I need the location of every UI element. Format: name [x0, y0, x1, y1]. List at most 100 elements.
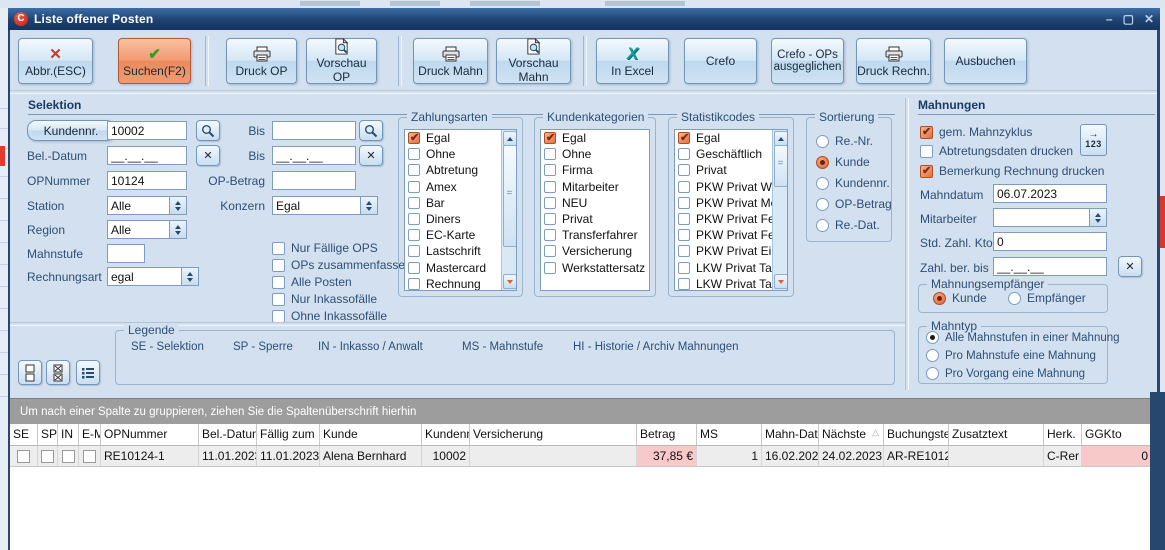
col-header-se[interactable]: SE	[10, 424, 38, 445]
list-item[interactable]: Transferfahrer	[541, 227, 649, 243]
option-nur-inkassofaelle[interactable]: Nur Inkassofälle	[272, 292, 377, 306]
scrollbar[interactable]	[501, 130, 516, 290]
scroll-thumb[interactable]	[503, 145, 517, 247]
spinner-icon[interactable]	[181, 268, 198, 285]
konzern-select[interactable]: Egal	[272, 196, 378, 215]
list-item[interactable]: Firma	[541, 162, 649, 178]
checkbox[interactable]	[17, 450, 30, 463]
print-op-button[interactable]: Druck OP	[226, 38, 297, 84]
checkbox[interactable]	[544, 181, 556, 193]
list-item[interactable]: EC-Karte	[405, 227, 516, 243]
list-item[interactable]: Amex	[405, 179, 516, 195]
cell-bel-datum[interactable]: 11.01.2023	[199, 446, 257, 466]
close-icon[interactable]: ✕	[1144, 12, 1154, 26]
col-header-herk[interactable]: Herk.	[1044, 424, 1082, 445]
checkbox[interactable]	[408, 262, 420, 274]
list-item[interactable]: PKW Privat Woche	[675, 179, 777, 195]
cell-naechste[interactable]: 24.02.2023	[819, 446, 884, 466]
sort-re-nr[interactable]: Re.-Nr.	[816, 134, 873, 148]
checkbox[interactable]	[408, 148, 420, 160]
checkbox[interactable]	[408, 278, 420, 290]
cell-herk[interactable]: C-Rer	[1044, 446, 1082, 466]
option-nur-faellige-ops[interactable]: Nur Fällige OPS	[272, 241, 378, 255]
opnummer-input[interactable]	[107, 171, 187, 190]
spinner-icon[interactable]	[1089, 209, 1106, 226]
list-item[interactable]: Diners	[405, 211, 516, 227]
cell-kundennr[interactable]: 10002	[422, 446, 470, 466]
cancel-button[interactable]: ✕ Abbr.(ESC)	[18, 38, 93, 84]
list-item[interactable]: LKW Privat Tages.	[675, 260, 777, 276]
spinner-icon[interactable]	[169, 197, 186, 214]
list-item[interactable]: Egal	[405, 130, 516, 146]
std-zahl-kto-input[interactable]	[993, 232, 1107, 251]
spinner-icon[interactable]	[169, 221, 186, 238]
export-excel-button[interactable]: X In Excel	[596, 38, 669, 84]
select-all-button[interactable]	[46, 360, 70, 385]
option-alle-posten[interactable]: Alle Posten	[272, 275, 352, 289]
ausbuchen-button[interactable]: Ausbuchen	[944, 38, 1027, 84]
cell-kunde[interactable]: Alena Bernhard	[320, 446, 422, 466]
cell-sp[interactable]	[38, 446, 58, 466]
grid-empty-area[interactable]	[10, 467, 1150, 550]
cell-in[interactable]	[58, 446, 79, 466]
checkbox[interactable]	[408, 132, 420, 144]
cell-buchungstext[interactable]: AR-RE10124-	[884, 446, 949, 466]
checkbox[interactable]	[678, 213, 690, 225]
bis2-input[interactable]	[272, 146, 356, 165]
checkbox[interactable]	[678, 245, 690, 257]
mahntyp-pro-stufe[interactable]: Pro Mahnstufe eine Mahnung	[926, 349, 1096, 362]
cell-faellig-zum[interactable]: 11.01.2023	[257, 446, 320, 466]
col-header-em[interactable]: E-M	[79, 424, 101, 445]
scroll-down-icon[interactable]	[503, 274, 517, 289]
checkbox[interactable]	[83, 450, 96, 463]
checkbox[interactable]	[272, 242, 285, 255]
checkbox[interactable]	[678, 148, 690, 160]
minimize-icon[interactable]: –	[1106, 12, 1113, 26]
list-item[interactable]: Ohne	[405, 146, 516, 162]
list-view-button[interactable]	[76, 360, 100, 385]
mahn-check-bemerkung[interactable]: Bemerkung Rechnung drucken	[920, 164, 1104, 178]
list-item[interactable]: NEU	[541, 195, 649, 211]
deselect-all-button[interactable]	[18, 360, 42, 385]
cell-mahn-dat[interactable]: 16.02.2023	[762, 446, 819, 466]
col-header-mahn-dat[interactable]: Mahn-Dat.	[762, 424, 819, 445]
col-header-kundennr[interactable]: Kundennr.	[422, 424, 470, 445]
col-header-faellig-zum[interactable]: Fällig zum	[257, 424, 320, 445]
radio[interactable]	[933, 292, 946, 305]
sort-re-dat[interactable]: Re.-Dat.	[816, 218, 880, 232]
mahnstufe-input[interactable]	[107, 244, 145, 263]
station-select[interactable]: Alle	[107, 196, 187, 215]
checkbox[interactable]	[408, 229, 420, 241]
col-header-zusatztext[interactable]: Zusatztext	[949, 424, 1044, 445]
checkbox[interactable]	[920, 126, 933, 139]
checkbox[interactable]	[678, 229, 690, 241]
spinner-icon[interactable]	[360, 197, 377, 214]
print-mahn-button[interactable]: Druck Mahn	[413, 38, 488, 84]
list-item[interactable]: Abtretung	[405, 162, 516, 178]
scroll-down-icon[interactable]	[774, 274, 788, 289]
mahndatum-input[interactable]	[993, 184, 1107, 203]
col-header-ms[interactable]: MS	[697, 424, 762, 445]
list-item[interactable]: Egal	[541, 130, 649, 146]
mitarbeiter-select[interactable]	[993, 208, 1107, 227]
checkbox[interactable]	[408, 181, 420, 193]
col-header-in[interactable]: IN	[58, 424, 79, 445]
radio[interactable]	[816, 219, 829, 232]
radio[interactable]	[1008, 292, 1021, 305]
preview-mahn-button[interactable]: Vorschau Mahn	[496, 38, 571, 84]
maximize-icon[interactable]: ▢	[1123, 12, 1134, 26]
scrollbar[interactable]	[772, 130, 787, 290]
list-item[interactable]: Werkstattersatz	[541, 260, 649, 276]
col-header-bel-datum[interactable]: Bel.-Datum	[199, 424, 257, 445]
sort-kundennr[interactable]: Kundennr.	[816, 176, 890, 190]
checkbox[interactable]	[678, 181, 690, 193]
checkbox[interactable]	[544, 229, 556, 241]
list-item[interactable]: Mastercard	[405, 260, 516, 276]
cell-versicherung[interactable]	[470, 446, 637, 466]
list-item[interactable]: Lastschrift	[405, 243, 516, 259]
bis2-clear-button[interactable]: ✕	[359, 145, 383, 166]
checkbox[interactable]	[678, 197, 690, 209]
checkbox[interactable]	[544, 245, 556, 257]
checkbox[interactable]	[408, 213, 420, 225]
sort-kunde[interactable]: Kunde	[816, 155, 870, 169]
